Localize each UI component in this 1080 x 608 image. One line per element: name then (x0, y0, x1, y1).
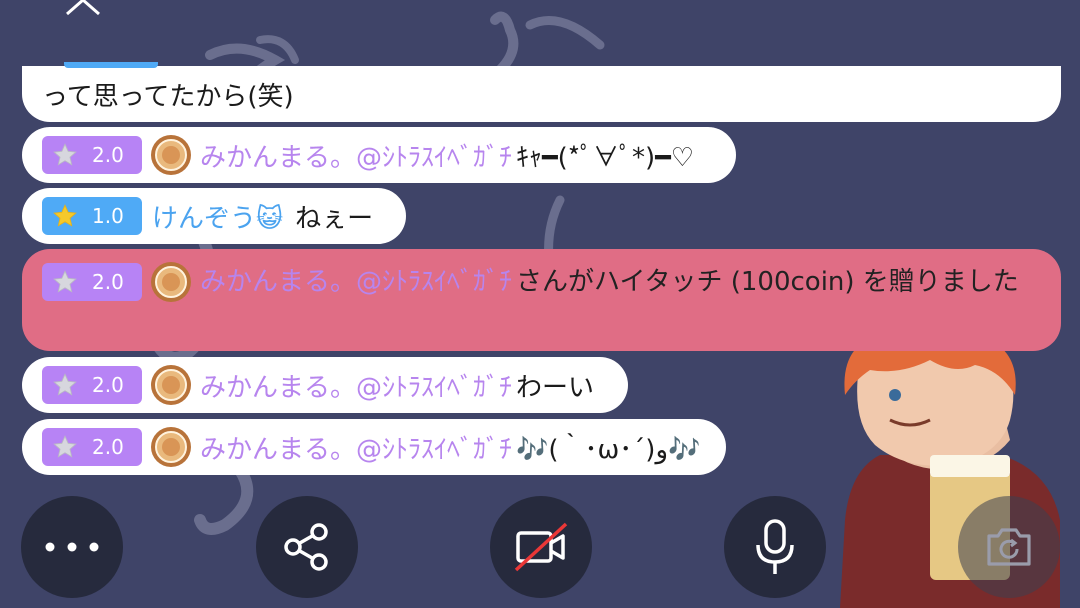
message-text: ねぇー (295, 203, 374, 234)
chat-message: 1.0 けんぞう😺 ねぇー (22, 188, 406, 244)
message-text: 🎶(｀･ω･´)و🎶 (516, 434, 701, 465)
chat-message: 2.0 みかんまる。@ｼﾄﾗｽｲﾍﾞｶﾞﾁ 🎶(｀･ω･´)و🎶 (22, 419, 726, 475)
star-icon (53, 373, 77, 396)
camera-off-icon (514, 522, 568, 572)
chat-message: 2.0 みかんまる。@ｼﾄﾗｽｲﾍﾞｶﾞﾁ ｷｬ━(*ﾟ∀ﾟ*)━♡ (22, 127, 736, 183)
level-badge: 2.0 (42, 263, 142, 301)
collapse-chevron-button[interactable] (62, 0, 104, 18)
coin-badge-icon (151, 262, 191, 302)
chat-message: って思ってたから(笑) (22, 62, 1061, 122)
username[interactable]: けんぞう😺 (152, 198, 283, 235)
switch-camera-button[interactable] (958, 496, 1060, 598)
more-icon (45, 542, 99, 552)
more-button[interactable] (21, 496, 123, 598)
message-text: って思ってたから(笑) (42, 81, 294, 112)
star-icon (53, 204, 77, 227)
star-icon (53, 143, 77, 166)
username[interactable]: みかんまる。@ｼﾄﾗｽｲﾍﾞｶﾞﾁ (200, 429, 512, 466)
level-badge: 2.0 (42, 366, 142, 404)
level-value: 2.0 (92, 270, 124, 294)
level-badge: 2.0 (42, 428, 142, 466)
message-text: わーい (516, 372, 595, 403)
level-badge: 1.0 (42, 197, 142, 235)
coin-badge-icon (151, 135, 191, 175)
coin-badge-icon (151, 365, 191, 405)
level-badge: 2.0 (42, 136, 142, 174)
username[interactable]: みかんまる。@ｼﾄﾗｽｲﾍﾞｶﾞﾁ (200, 367, 512, 404)
coin-badge-icon (151, 427, 191, 467)
microphone-button[interactable] (724, 496, 826, 598)
message-text: ｷｬ━(*ﾟ∀ﾟ*)━♡ (516, 142, 695, 173)
level-value: 2.0 (92, 435, 124, 459)
microphone-icon (756, 519, 794, 574)
gift-text: さんがハイタッチ (100coin) を贈りました (516, 267, 1019, 297)
level-value: 1.0 (92, 204, 124, 228)
level-value: 2.0 (92, 373, 124, 397)
gift-notification: 2.0 みかんまる。@ｼﾄﾗｽｲﾍﾞｶﾞﾁ さんがハイタッチ (100coin)… (22, 249, 1061, 351)
chat-message: 2.0 みかんまる。@ｼﾄﾗｽｲﾍﾞｶﾞﾁ わーい (22, 357, 628, 413)
camera-toggle-button[interactable] (490, 496, 592, 598)
level-value: 2.0 (92, 143, 124, 167)
share-icon (284, 523, 328, 571)
share-button[interactable] (256, 496, 358, 598)
star-icon (53, 270, 77, 293)
username[interactable]: みかんまる。@ｼﾄﾗｽｲﾍﾞｶﾞﾁ (200, 137, 512, 174)
star-icon (53, 435, 77, 458)
chevron-up-icon (66, 0, 100, 16)
username[interactable]: みかんまる。@ｼﾄﾗｽｲﾍﾞｶﾞﾁ (200, 261, 512, 303)
camera-switch-icon (987, 528, 1031, 566)
partial-badge (64, 62, 158, 68)
